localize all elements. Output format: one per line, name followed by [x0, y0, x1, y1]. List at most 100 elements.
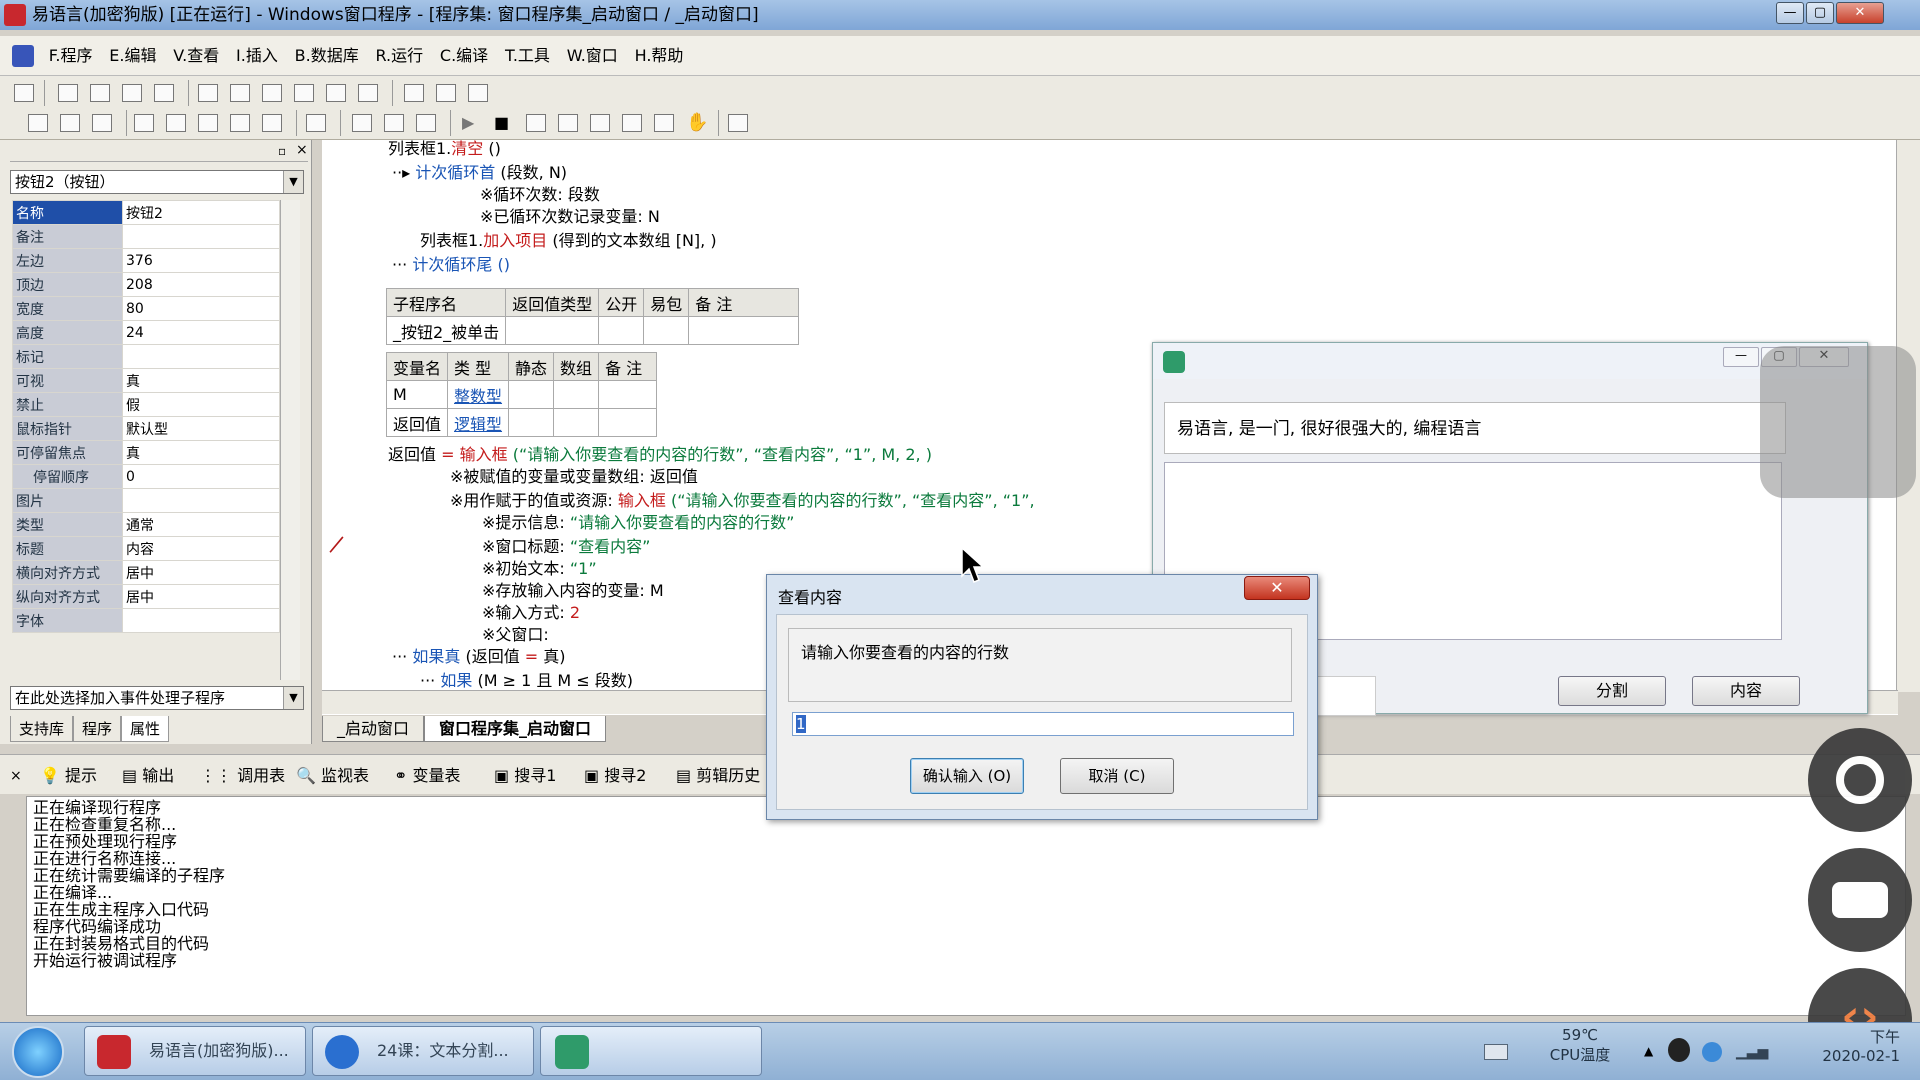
stop-icon[interactable]: ■: [494, 114, 514, 132]
table-cell[interactable]: [598, 408, 658, 437]
property-value[interactable]: 默认型: [122, 416, 280, 441]
align-left-icon[interactable]: [58, 84, 78, 102]
start-button[interactable]: [12, 1026, 64, 1078]
property-value[interactable]: 按钮2: [122, 200, 280, 225]
table-cell[interactable]: [598, 316, 645, 345]
confirm-button[interactable]: 确认输入 (O): [910, 758, 1024, 794]
align-top-icon[interactable]: [122, 84, 142, 102]
tray-expand-icon[interactable]: ▲: [1644, 1044, 1653, 1058]
step-over-icon[interactable]: [590, 114, 610, 132]
taskbar-item[interactable]: [540, 1026, 762, 1076]
property-value[interactable]: [122, 608, 280, 633]
keyboard-icon[interactable]: [1808, 848, 1912, 952]
tab-window-assembly[interactable]: 窗口程序集_启动窗口: [424, 716, 607, 742]
maximize-button[interactable]: ▢: [1806, 2, 1834, 24]
run-to-cursor-icon[interactable]: [654, 114, 674, 132]
new-file-icon[interactable]: [28, 114, 48, 132]
property-row[interactable]: 可视真: [12, 368, 280, 393]
table-cell[interactable]: [688, 316, 800, 345]
property-row[interactable]: 鼠标指针 默认型: [12, 416, 280, 441]
property-value[interactable]: 内容: [122, 536, 280, 561]
property-row[interactable]: 名称 按钮2: [12, 200, 280, 225]
table-row[interactable]: _按钮2_被单击: [385, 316, 800, 345]
tab-output[interactable]: ▤ 输出: [122, 765, 174, 787]
menu-database[interactable]: B.数据库: [289, 36, 365, 76]
property-row[interactable]: 备注: [12, 224, 280, 249]
table-cell[interactable]: [643, 316, 690, 345]
table-cell[interactable]: _按钮2_被单击: [385, 316, 507, 345]
layout-table-icon[interactable]: [416, 114, 436, 132]
menu-compile[interactable]: C.编译: [434, 36, 494, 76]
distribute-icon[interactable]: [262, 84, 282, 102]
property-row[interactable]: 宽度 80: [12, 296, 280, 321]
center-vertical-icon[interactable]: [230, 84, 250, 102]
save-icon[interactable]: [92, 114, 112, 132]
property-row[interactable]: 顶边 208: [12, 272, 280, 297]
property-row[interactable]: 标记: [12, 344, 280, 369]
paste-icon[interactable]: [198, 114, 218, 132]
property-value[interactable]: 0: [122, 464, 280, 489]
same-size-icon[interactable]: [358, 84, 378, 102]
property-row[interactable]: 标题 内容: [12, 536, 280, 561]
property-value[interactable]: 376: [122, 248, 280, 273]
property-value[interactable]: 24: [122, 320, 280, 345]
property-scrollbar[interactable]: [280, 200, 300, 680]
redo-icon[interactable]: [230, 114, 250, 132]
table-cell[interactable]: [553, 380, 600, 409]
center-horizontal-icon[interactable]: [198, 84, 218, 102]
close-panel-icon[interactable]: ×: [10, 765, 22, 787]
property-value[interactable]: 居中: [122, 560, 280, 585]
property-row[interactable]: 左边 376: [12, 248, 280, 273]
tab-program[interactable]: 程序: [73, 716, 122, 742]
layout-split-icon[interactable]: [384, 114, 404, 132]
signal-icon[interactable]: ▁▃▅: [1736, 1044, 1768, 1060]
align-right-icon[interactable]: [90, 84, 110, 102]
pin-icon[interactable]: ▫: [278, 144, 286, 158]
menu-insert[interactable]: I.插入: [230, 36, 284, 76]
align-bottom-icon[interactable]: [154, 84, 174, 102]
tab-variables[interactable]: ⚭ 变量表: [394, 765, 461, 787]
property-value[interactable]: 208: [122, 272, 280, 297]
dialog-input-field[interactable]: 1: [792, 712, 1294, 736]
spacing-v-icon[interactable]: [436, 84, 456, 102]
run-icon[interactable]: ▶: [462, 114, 482, 132]
undo-icon[interactable]: [262, 114, 282, 132]
close-window-button[interactable]: ✕: [1836, 2, 1884, 24]
same-width-icon[interactable]: [294, 84, 314, 102]
copy-icon[interactable]: [166, 114, 186, 132]
menu-run[interactable]: R.运行: [370, 36, 430, 76]
tab-support-library[interactable]: 支持库: [10, 716, 74, 742]
property-value[interactable]: [122, 224, 280, 249]
output-log[interactable]: 正在编译现行程序 正在检查重复名称... 正在预处理现行程序 正在进行名称连接.…: [26, 796, 1906, 1016]
content-button[interactable]: 内容: [1692, 676, 1800, 706]
component-select[interactable]: 按钮2（按钮） ▼: [10, 170, 304, 194]
same-height-icon[interactable]: [326, 84, 346, 102]
find-icon[interactable]: [306, 114, 326, 132]
menu-edit[interactable]: E.编辑: [103, 36, 162, 76]
property-value[interactable]: 真: [122, 368, 280, 393]
tab-start-window[interactable]: _启动窗口: [322, 716, 425, 742]
menu-window[interactable]: W.窗口: [561, 36, 624, 76]
table-cell[interactable]: 逻辑型: [447, 408, 510, 437]
table-cell[interactable]: [505, 316, 600, 345]
table-cell[interactable]: 返回值: [385, 408, 449, 437]
property-row[interactable]: 禁止假: [12, 392, 280, 417]
property-value[interactable]: 真: [122, 440, 280, 465]
table-row[interactable]: M 整数型: [385, 380, 658, 409]
align-grid-icon[interactable]: [14, 84, 34, 102]
open-folder-icon[interactable]: [60, 114, 80, 132]
layout-panel-icon[interactable]: [352, 114, 372, 132]
close-panel-icon[interactable]: ×: [296, 142, 308, 158]
spacing-both-icon[interactable]: [468, 84, 488, 102]
table-cell[interactable]: [508, 408, 555, 437]
tab-search2[interactable]: ▣ 搜寻2: [584, 765, 646, 787]
property-value[interactable]: [122, 488, 280, 513]
hand-icon[interactable]: ✋: [686, 114, 708, 132]
event-select[interactable]: 在此处选择加入事件处理子程序 ▼: [10, 686, 304, 710]
app-minimize-button[interactable]: —: [1723, 347, 1759, 367]
property-row[interactable]: 纵向对齐方式 居中: [12, 584, 280, 609]
property-row[interactable]: 横向对齐方式 居中: [12, 560, 280, 585]
property-row[interactable]: 图片: [12, 488, 280, 513]
menu-tools[interactable]: T.工具: [499, 36, 556, 76]
property-value[interactable]: 80: [122, 296, 280, 321]
